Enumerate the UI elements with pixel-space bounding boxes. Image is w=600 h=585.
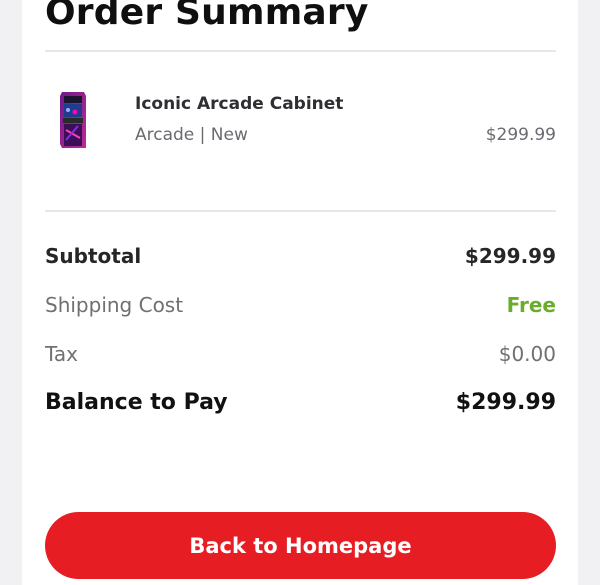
page-title: Order Summary (45, 0, 369, 33)
item-price: $299.99 (485, 125, 556, 145)
tax-row: Tax $0.00 (45, 342, 556, 366)
balance-label: Balance to Pay (45, 390, 228, 415)
subtotal-row: Subtotal $299.99 (45, 244, 556, 268)
order-summary-card: Order Summary Iconic Arcade Cabinet Arca… (22, 0, 578, 585)
divider-middle (45, 210, 556, 212)
divider-top (45, 50, 556, 52)
item-meta: Arcade | New (135, 125, 248, 145)
balance-value: $299.99 (455, 390, 556, 415)
back-to-homepage-button[interactable]: Back to Homepage (45, 512, 556, 579)
subtotal-value: $299.99 (464, 244, 556, 268)
shipping-value: Free (506, 293, 556, 317)
subtotal-label: Subtotal (45, 244, 142, 268)
shipping-label: Shipping Cost (45, 293, 184, 317)
item-name: Iconic Arcade Cabinet (135, 94, 344, 114)
balance-row: Balance to Pay $299.99 (45, 390, 556, 415)
tax-label: Tax (45, 342, 78, 366)
tax-value: $0.00 (498, 342, 556, 366)
arcade-cabinet-image (60, 92, 86, 148)
shipping-row: Shipping Cost Free (45, 293, 556, 317)
